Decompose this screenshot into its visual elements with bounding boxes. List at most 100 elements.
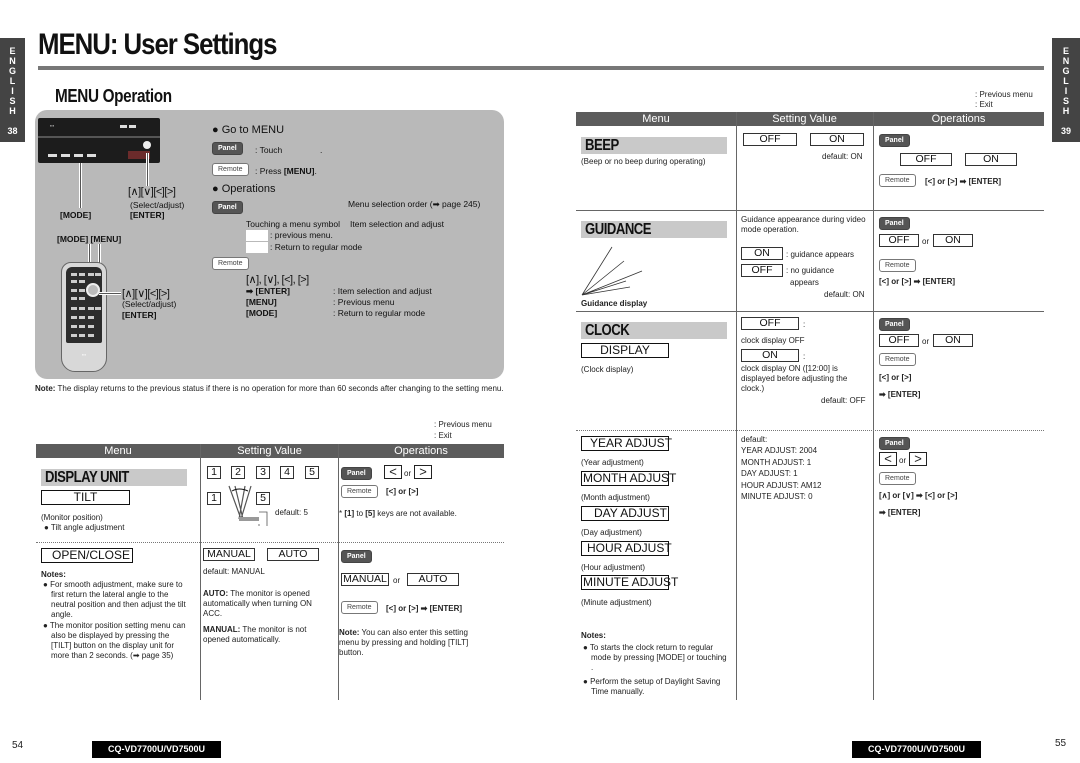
tab-letter: I (11, 86, 14, 96)
tilt-keys-note: * [1] to [5] keys are not available. (339, 509, 457, 519)
clock-adjust-remote-sequence-1: [∧] or [∨] ➡ [<] or [>] (879, 491, 958, 500)
remote-direction-keys: [∧], [∨], [<], [>] (246, 274, 309, 286)
model-badge-right: CQ-VD7700U/VD7500U (852, 741, 981, 758)
tilt-menu-item: TILT (41, 490, 130, 505)
panel-badge-label: Panel (879, 437, 910, 450)
year-default: YEAR ADJUST: 2004 (741, 446, 818, 455)
remote-key (71, 297, 77, 300)
beep-on-value: ON (810, 133, 864, 146)
column-setting-value: Setting Value (772, 113, 837, 125)
manual-description: MANUAL: The monitor is not opened automa… (203, 625, 331, 645)
tilt-angle-icon (228, 485, 268, 526)
section-page-number: 39 (1060, 126, 1071, 136)
guidance-off-value: OFF (741, 264, 783, 277)
column-operations: Operations (931, 113, 986, 125)
display-unit-title: DISPLAY UNIT (41, 469, 187, 486)
beep-on-option[interactable]: ON (965, 153, 1017, 166)
remote-key (79, 289, 85, 292)
remote-key-mode: [MODE] (246, 308, 278, 318)
remote-top-labels: [MODE] [MENU] (57, 234, 122, 244)
tab-letter: L (9, 76, 16, 86)
clock-off-option[interactable]: OFF (879, 334, 919, 347)
joystick-leader-line (146, 153, 149, 186)
unit-divider (38, 136, 160, 138)
panel-badge-label: Panel (341, 550, 372, 563)
open-close-remote-sequence: [<] or [>] ➡ [ENTER] (386, 604, 463, 613)
page-number-right: 55 (1055, 738, 1067, 749)
tilt-default: default: 5 (275, 508, 308, 517)
guidance-lines-icon (581, 246, 643, 296)
language-letters: E N G L I S H (0, 46, 25, 116)
title-rule (38, 66, 1044, 70)
operations-heading: ● Operations (212, 183, 276, 195)
remote-key (71, 307, 77, 310)
menu-selection-order: Menu selection order (➡ page 245) (348, 199, 481, 209)
unit-button (87, 154, 96, 157)
clock-remote-sequence-2: ➡ [ENTER] (879, 390, 921, 399)
auto-description: AUTO: The monitor is opened automaticall… (203, 589, 331, 619)
note-suffix: keys are not available. (375, 509, 457, 518)
left-arrow-key[interactable]: < (384, 465, 402, 479)
tab-letter: H (1062, 106, 1070, 116)
beep-off-option[interactable]: OFF (900, 153, 952, 166)
remote-enter-label: [ENTER] (122, 310, 157, 320)
remote-key (88, 273, 94, 276)
display-unit-title-text: DISPLAY UNIT (45, 469, 129, 486)
right-table-header: Menu Setting Value Operations (576, 112, 1044, 126)
joystick-knob (143, 141, 151, 149)
beep-remote-sequence: [<] or [>] ➡ [ENTER] (925, 177, 1002, 186)
guidance-on-value: ON (741, 247, 783, 260)
right-arrow-key[interactable]: > (909, 452, 927, 466)
guidance-off-desc: : no guidance (786, 266, 835, 275)
remote-badge-label: Remote (879, 174, 916, 187)
auto-option[interactable]: AUTO (407, 573, 459, 586)
head-unit-illustration: ▪▪▪ (38, 118, 160, 163)
panel-badge-label: Panel (341, 467, 372, 480)
remote-badge-label: Remote (879, 259, 916, 272)
remote-key (88, 334, 94, 337)
brand-mark: ▪▪▪ (50, 123, 55, 128)
tilt-value-2: 2 (231, 466, 245, 479)
manual-option[interactable]: MANUAL (341, 573, 389, 586)
remote-key-mode-desc: : Return to regular mode (333, 308, 426, 318)
guidance-on-option[interactable]: ON (933, 234, 973, 247)
mode-leader-line (79, 163, 82, 208)
regular-mode-symbol (246, 242, 268, 253)
note-label: Note: (339, 628, 360, 637)
row-divider (576, 311, 1044, 312)
remote-key (95, 307, 101, 310)
section-page-number: 38 (7, 126, 18, 136)
hour-adjust-menu-item: HOUR ADJUST (581, 541, 672, 556)
note-label: Note: (35, 384, 56, 393)
note-text: The display returns to the previous stat… (55, 384, 504, 393)
clock-adjust-remote-sequence-2: ➡ [ENTER] (879, 508, 921, 517)
guidance-off-option[interactable]: OFF (879, 234, 919, 247)
tab-letter: L (1063, 76, 1069, 86)
panel-badge: Panel (879, 318, 910, 331)
note-text: To starts the clock return to regular mo… (589, 643, 727, 672)
remote-joystick-leader (99, 292, 121, 295)
remote-key (79, 316, 85, 319)
panel-badge-label: Panel (879, 217, 910, 230)
beep-title: BEEP (581, 137, 727, 154)
remote-badge-label: Remote (341, 485, 378, 498)
tilt-remote-keys: [<] or [>] (386, 487, 419, 496)
minute-adjust-menu-item: MINUTE ADJUST (581, 575, 679, 590)
remote-control-illustration: ▪▪▪ (61, 262, 107, 372)
guidance-intro: Guidance appearance during video mode op… (741, 215, 866, 234)
language-tab-left: E N G L I S H 38 (0, 38, 25, 142)
key-1: [1] (344, 509, 355, 518)
left-arrow-key[interactable]: < (879, 452, 897, 466)
clock-on-option[interactable]: ON (933, 334, 973, 347)
notes-title: Notes: (41, 570, 66, 579)
open-close-note-1: ● For smooth adjustment, make sure to fi… (43, 580, 186, 619)
guidance-display-caption: Guidance display (581, 299, 648, 308)
touching-menu-symbol: Touching a menu symbol (246, 219, 341, 229)
colon: : (803, 320, 806, 329)
month-adjust-menu-item: MONTH ADJUST (581, 471, 677, 486)
remote-badge-label: Remote (879, 472, 916, 485)
hour-adjust-desc: (Hour adjustment) (581, 563, 646, 572)
key-5: [5] (365, 509, 376, 518)
right-arrow-key[interactable]: > (414, 465, 432, 479)
beep-title-text: BEEP (585, 137, 619, 154)
